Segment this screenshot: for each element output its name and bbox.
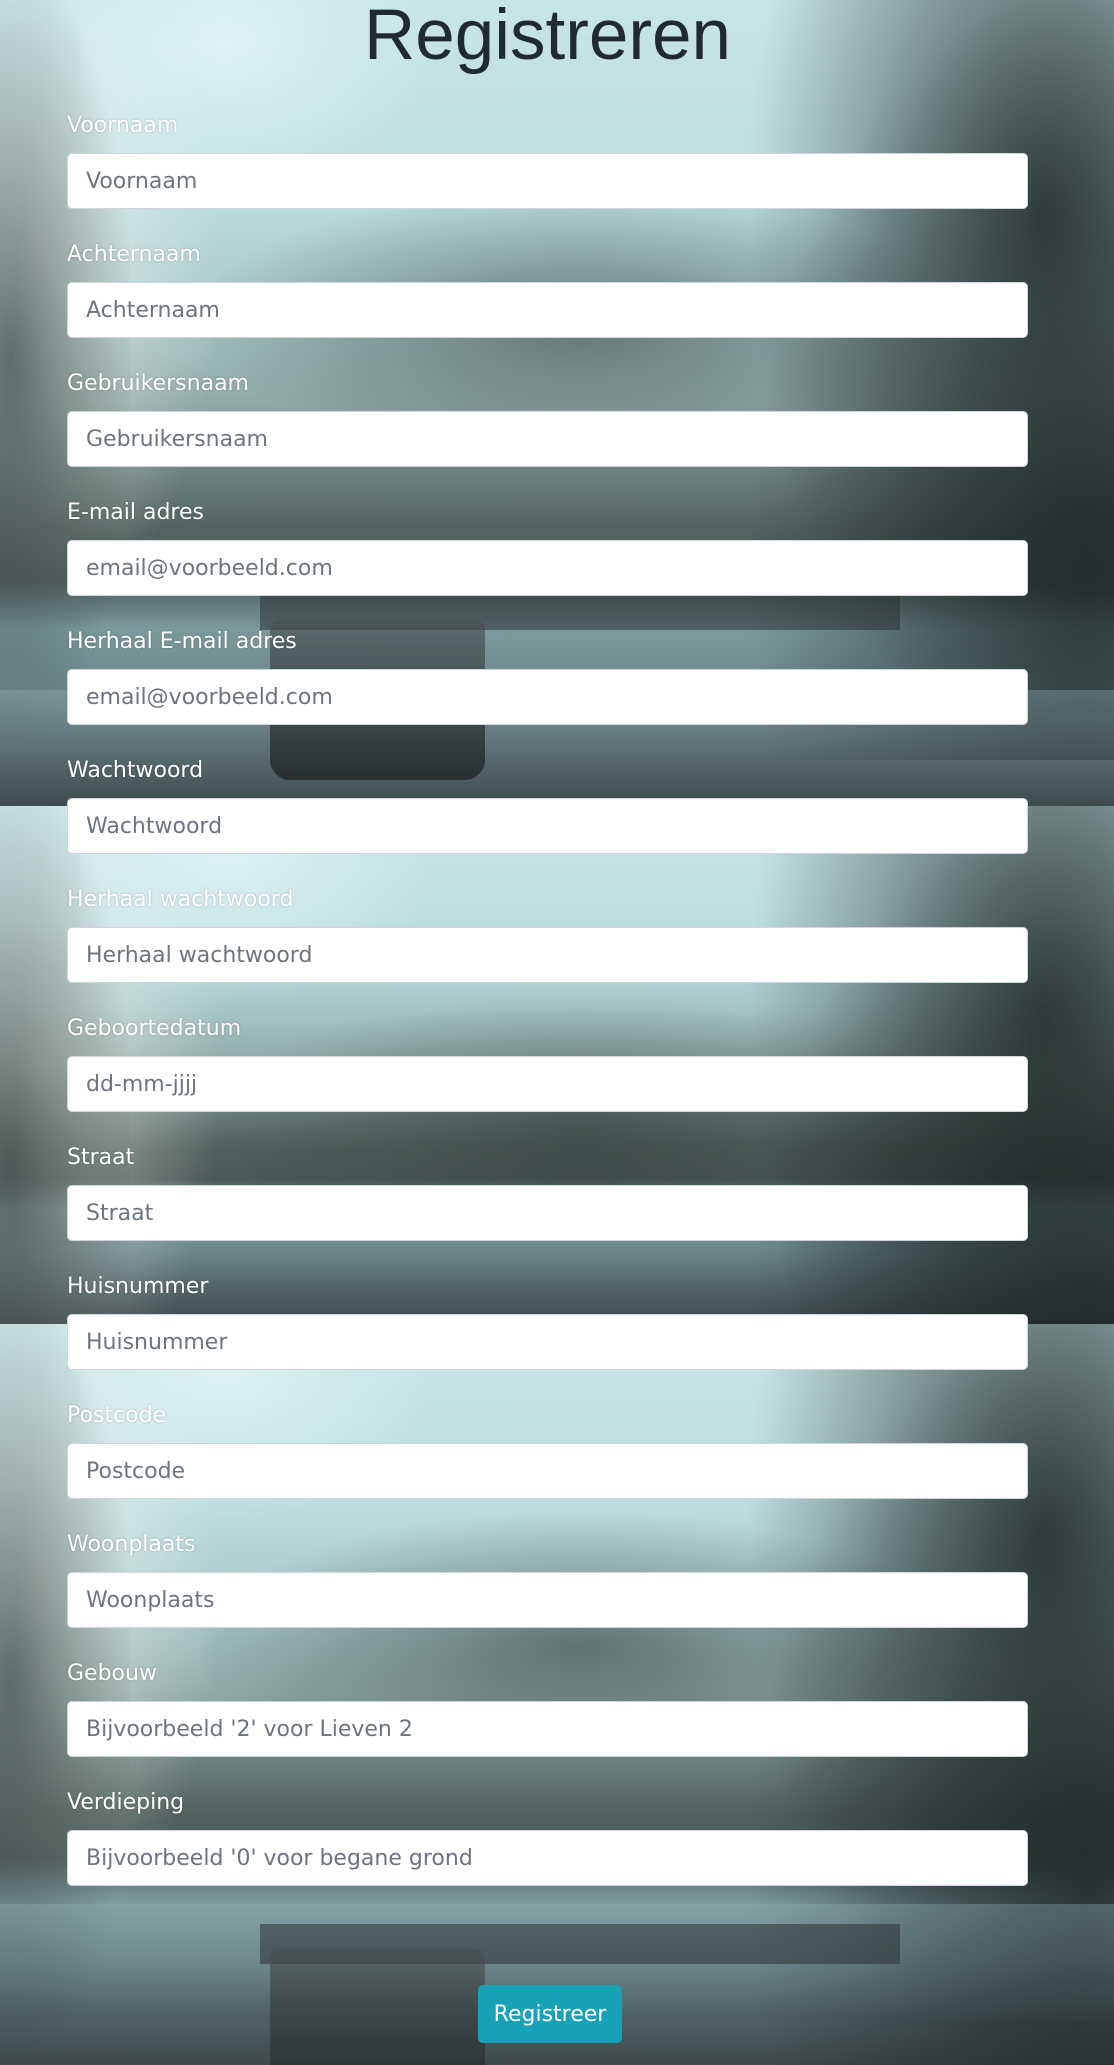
verdieping-label: Verdieping	[67, 1790, 185, 1815]
straat-input[interactable]	[67, 1185, 1028, 1241]
voornaam-label: Voornaam	[67, 113, 179, 138]
field-group-wachtwoord-repeat: Herhaal wachtwoord	[67, 887, 1028, 983]
wachtwoord-input[interactable]	[67, 798, 1028, 854]
postcode-input[interactable]	[67, 1443, 1028, 1499]
gebruikersnaam-input[interactable]	[67, 411, 1028, 467]
email-repeat-label: Herhaal E-mail adres	[67, 629, 297, 654]
huisnummer-input[interactable]	[67, 1314, 1028, 1370]
field-group-verdieping: Verdieping	[67, 1790, 1028, 1886]
field-group-email-repeat: Herhaal E-mail adres	[67, 629, 1028, 725]
geboortedatum-input[interactable]	[67, 1056, 1028, 1112]
postcode-label: Postcode	[67, 1403, 167, 1428]
field-group-postcode: Postcode	[67, 1403, 1028, 1499]
achternaam-label: Achternaam	[67, 242, 201, 267]
email-label: E-mail adres	[67, 500, 204, 525]
voornaam-input[interactable]	[67, 153, 1028, 209]
woonplaats-label: Woonplaats	[67, 1532, 196, 1557]
woonplaats-input[interactable]	[67, 1572, 1028, 1628]
field-group-gebruikersnaam: Gebruikersnaam	[67, 371, 1028, 467]
field-group-wachtwoord: Wachtwoord	[67, 758, 1028, 854]
geboortedatum-label: Geboortedatum	[67, 1016, 242, 1041]
gebruikersnaam-label: Gebruikersnaam	[67, 371, 249, 396]
field-group-straat: Straat	[67, 1145, 1028, 1241]
verdieping-input[interactable]	[67, 1830, 1028, 1886]
field-group-email: E-mail adres	[67, 500, 1028, 596]
register-button[interactable]: Registreer	[478, 1985, 622, 2043]
huisnummer-label: Huisnummer	[67, 1274, 209, 1299]
achternaam-input[interactable]	[67, 282, 1028, 338]
email-input[interactable]	[67, 540, 1028, 596]
field-group-achternaam: Achternaam	[67, 242, 1028, 338]
straat-label: Straat	[67, 1145, 135, 1170]
wachtwoord-label: Wachtwoord	[67, 758, 204, 783]
email-repeat-input[interactable]	[67, 669, 1028, 725]
field-group-gebouw: Gebouw	[67, 1661, 1028, 1757]
field-group-voornaam: Voornaam	[67, 113, 1028, 209]
wachtwoord-repeat-input[interactable]	[67, 927, 1028, 983]
wachtwoord-repeat-label: Herhaal wachtwoord	[67, 887, 294, 912]
gebouw-input[interactable]	[67, 1701, 1028, 1757]
gebouw-label: Gebouw	[67, 1661, 157, 1686]
field-group-woonplaats: Woonplaats	[67, 1532, 1028, 1628]
field-group-geboortedatum: Geboortedatum	[67, 1016, 1028, 1112]
page-title: Registreren	[364, 0, 731, 75]
field-group-huisnummer: Huisnummer	[67, 1274, 1028, 1370]
